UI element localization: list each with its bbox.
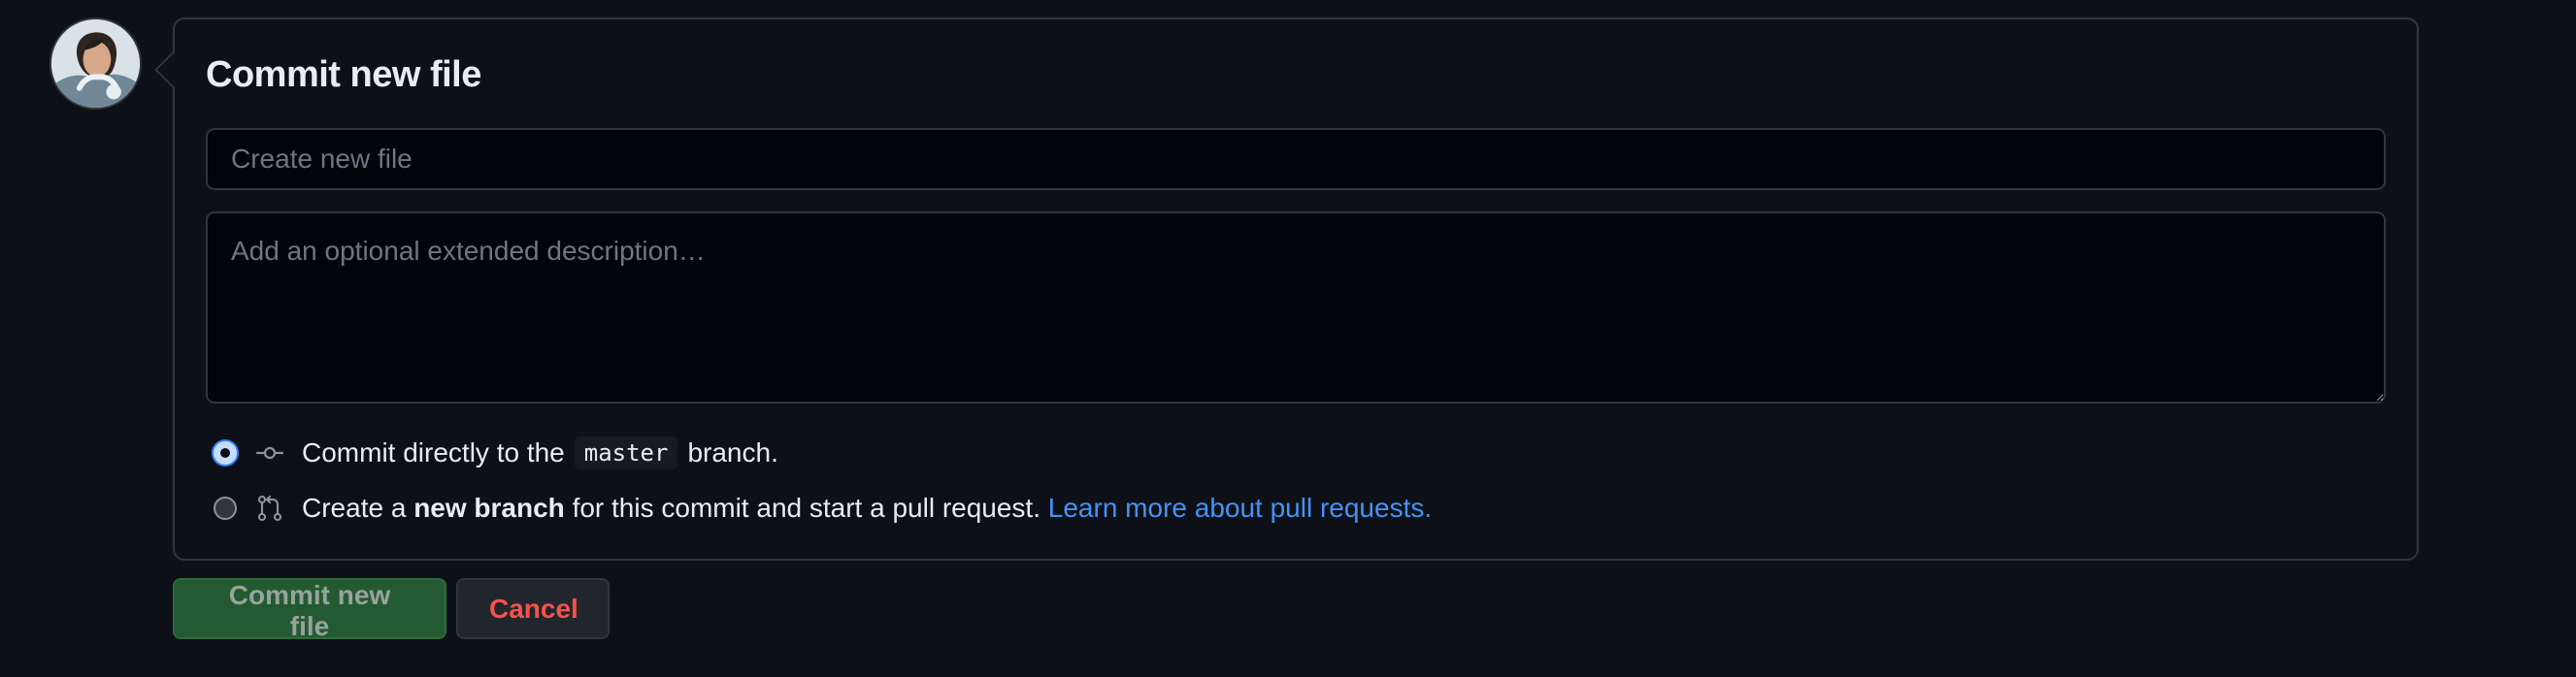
branch-name-code: master (574, 436, 678, 469)
avatar-image (51, 19, 140, 108)
commit-direct-radio[interactable] (214, 441, 237, 465)
git-pull-request-icon (255, 494, 284, 523)
commit-title: Commit new file (206, 54, 481, 95)
commit-panel: Commit new file Commit directly to the m… (173, 17, 2419, 561)
new-branch-option[interactable]: Create a new branch for this commit and … (214, 493, 1432, 524)
commit-actions: Commit new file Cancel (173, 578, 610, 641)
commit-direct-prefix: Commit directly to the (302, 437, 565, 467)
commit-new-file-button[interactable]: Commit new file (173, 578, 446, 641)
git-commit-icon (255, 438, 284, 467)
commit-direct-suffix: branch. (687, 437, 778, 467)
new-branch-bold-text: new branch (413, 493, 565, 523)
avatar[interactable] (50, 17, 142, 110)
commit-direct-option[interactable]: Commit directly to the master branch. (214, 436, 778, 469)
learn-more-pull-requests-link[interactable]: Learn more about pull requests. (1048, 493, 1432, 524)
new-branch-radio[interactable] (214, 497, 237, 520)
new-branch-middle-text: for this commit and start a pull request… (572, 493, 1040, 523)
commit-new-file-screen: Commit new file Commit directly to the m… (0, 0, 2576, 677)
cancel-button[interactable]: Cancel (456, 578, 610, 639)
new-branch-prefix: Create a (302, 493, 407, 523)
commit-summary-input[interactable] (206, 128, 2386, 190)
commit-description-textarea[interactable] (206, 211, 2386, 403)
